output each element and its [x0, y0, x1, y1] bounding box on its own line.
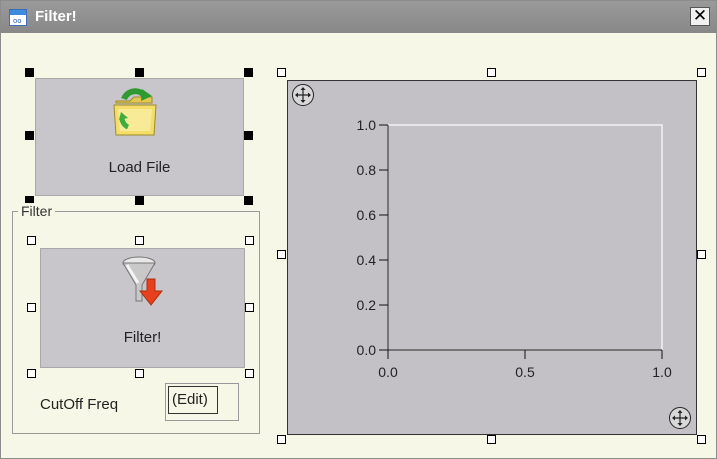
resize-handle[interactable] — [25, 68, 34, 77]
resize-handle[interactable] — [487, 68, 496, 77]
resize-handle[interactable] — [697, 68, 706, 77]
resize-handle[interactable] — [697, 250, 706, 259]
resize-handle[interactable] — [277, 435, 286, 444]
y-tick-label: 0.4 — [357, 252, 377, 268]
resize-handle[interactable] — [697, 435, 706, 444]
y-tick-label: 0.8 — [357, 162, 377, 178]
folder-refresh-icon — [113, 88, 157, 136]
resize-handle[interactable] — [135, 196, 144, 205]
x-tick-label: 0.5 — [515, 364, 535, 380]
cutoff-freq-label: CutOff Freq — [40, 396, 119, 413]
close-button[interactable]: ✕ — [690, 7, 710, 26]
plot-control[interactable]: 0.0 0.2 0.4 0.6 0.8 1.0 0.0 0.5 1.0 — [287, 80, 697, 435]
y-tick-label: 0.0 — [357, 342, 377, 358]
filter-button[interactable]: Filter! — [40, 248, 245, 368]
resize-handle[interactable] — [244, 68, 253, 77]
x-tick-label: 0.0 — [378, 364, 398, 380]
plot-canvas: 0.0 0.2 0.4 0.6 0.8 1.0 0.0 0.5 1.0 — [357, 117, 672, 380]
resize-handle[interactable] — [27, 369, 36, 378]
move-icon[interactable] — [292, 84, 314, 106]
x-tick-label: 1.0 — [652, 364, 672, 380]
resize-handle[interactable] — [135, 68, 144, 77]
resize-handle[interactable] — [27, 236, 36, 245]
resize-handle[interactable] — [245, 303, 254, 312]
cutoff-freq-input[interactable]: (Edit) — [168, 386, 218, 414]
resize-handle[interactable] — [245, 236, 254, 245]
load-file-label: Load File — [108, 159, 171, 176]
window-icon-glyph: oo — [13, 17, 22, 25]
y-tick-label: 0.6 — [357, 207, 377, 223]
resize-handle[interactable] — [244, 196, 253, 205]
resize-handle[interactable] — [25, 131, 34, 140]
y-tick-label: 0.2 — [357, 297, 377, 313]
resize-handle[interactable] — [244, 131, 253, 140]
cutoff-freq-edit-frame: (Edit) — [165, 383, 239, 421]
y-tick-label: 1.0 — [357, 117, 377, 133]
plot-area-border — [387, 124, 663, 351]
window-icon: oo — [9, 9, 27, 26]
resize-handle[interactable] — [487, 435, 496, 444]
resize-handle[interactable] — [245, 369, 254, 378]
resize-handle[interactable] — [135, 236, 144, 245]
title-bar[interactable]: oo Filter! ✕ — [1, 1, 716, 33]
resize-handle[interactable] — [135, 369, 144, 378]
resize-handle[interactable] — [277, 250, 286, 259]
filter-group-label: Filter — [18, 203, 56, 219]
move-icon[interactable] — [669, 407, 691, 429]
funnel-icon — [122, 256, 164, 306]
crosshair-arrows-icon — [295, 87, 311, 103]
window-title: Filter! — [35, 8, 77, 25]
load-file-button[interactable]: Load File — [35, 78, 244, 196]
resize-handle[interactable] — [277, 68, 286, 77]
crosshair-arrows-icon — [672, 410, 688, 426]
resize-handle[interactable] — [27, 303, 36, 312]
filter-button-label: Filter! — [123, 329, 162, 346]
